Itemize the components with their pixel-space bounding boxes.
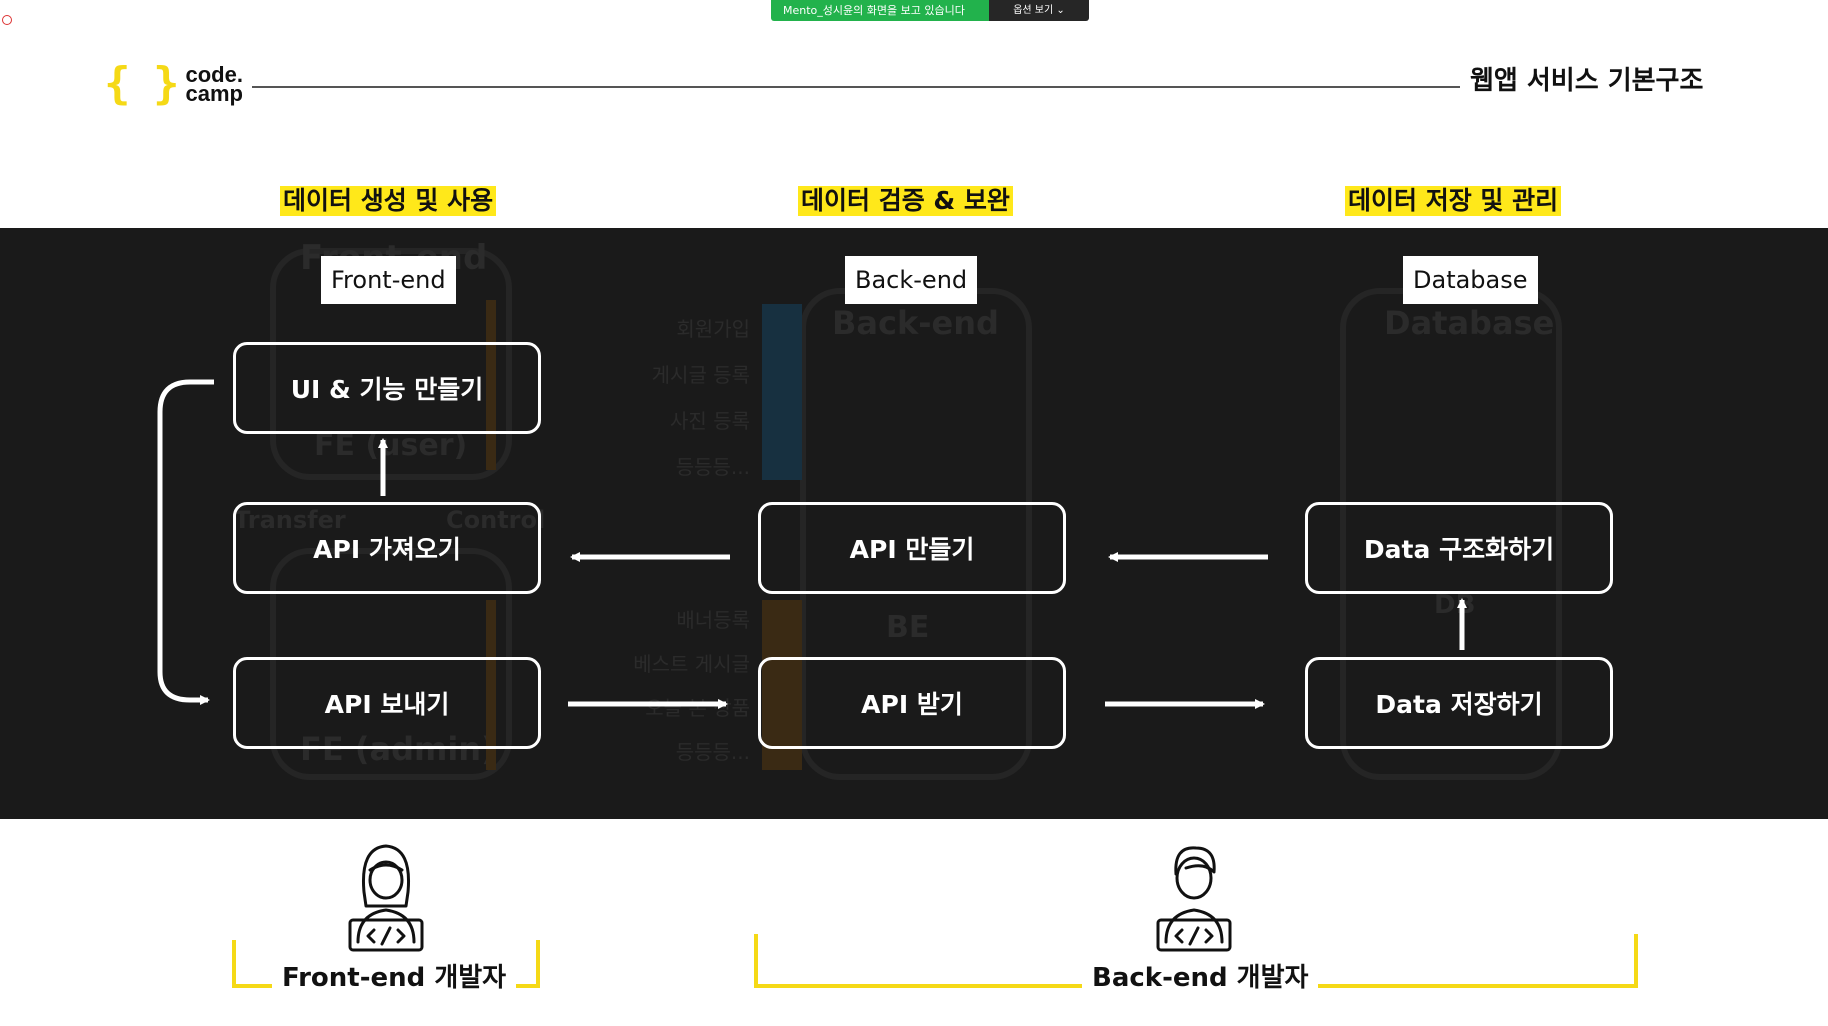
logo-line-2: camp: [185, 81, 243, 106]
logo-braces: { }: [104, 58, 179, 109]
category-backend: 데이터 검증 & 보완: [798, 186, 1013, 216]
arrow-loop-ui-to-send: [157, 379, 214, 705]
recording-indicator-icon: [2, 15, 12, 25]
backend-developer-label: Back-end 개발자: [1082, 957, 1319, 994]
codecamp-logo: { } code. camp: [104, 62, 243, 106]
category-database: 데이터 저장 및 관리: [1345, 186, 1562, 216]
screen-share-bar: Mento_성시윤의 화면을 보고 있습니다 옵션 보기 ⌄: [771, 0, 1089, 21]
frontend-developer-icon: [348, 844, 424, 952]
category-frontend: 데이터 생성 및 사용: [280, 186, 497, 216]
logo-text: code. camp: [185, 64, 243, 106]
share-status-text: Mento_성시윤의 화면을 보고 있습니다: [771, 0, 989, 21]
diagram-band: Front-end FE (user) FE (admin) Transfer …: [0, 228, 1828, 819]
view-options-button[interactable]: 옵션 보기 ⌄: [989, 0, 1089, 21]
header-divider: [252, 86, 1460, 88]
frontend-developer-label: Front-end 개발자: [272, 957, 517, 994]
slide-title: 웹앱 서비스 기본구조: [1470, 66, 1704, 96]
flow-arrows: [157, 379, 1467, 709]
